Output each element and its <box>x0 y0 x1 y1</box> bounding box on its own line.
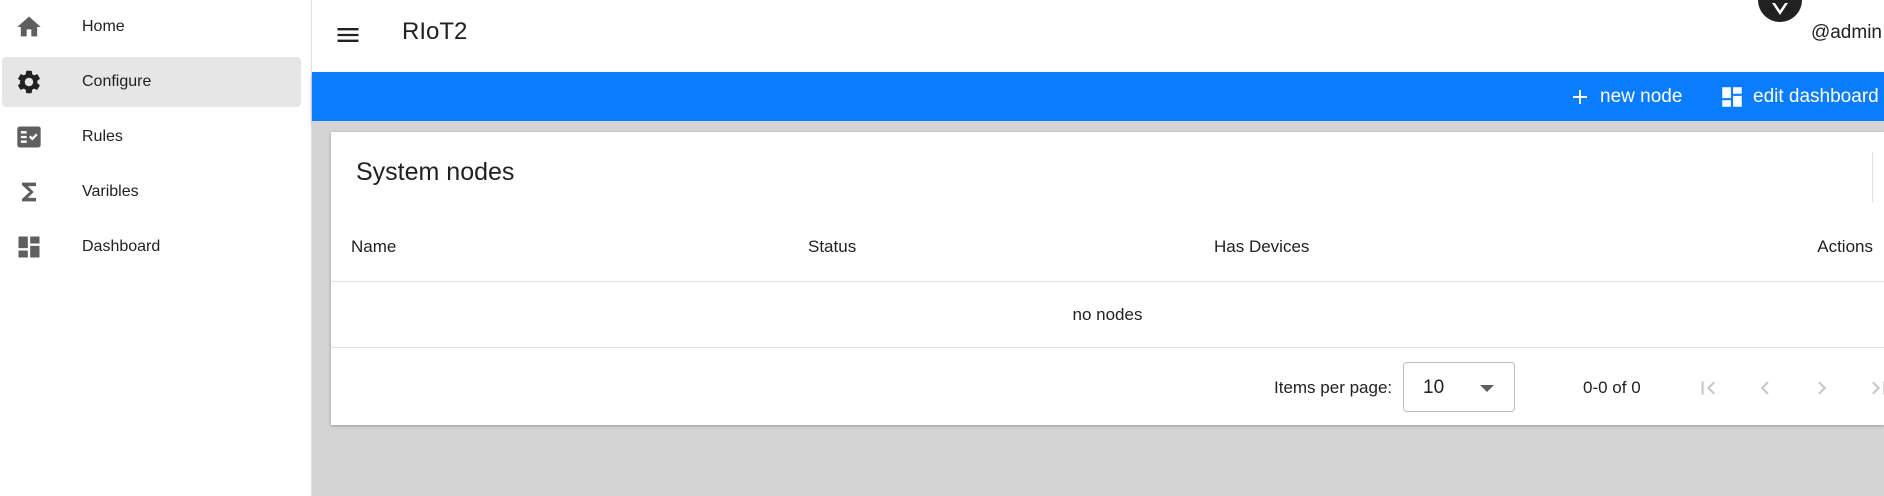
column-header-has-devices[interactable]: Has Devices <box>1214 237 1309 257</box>
first-page-icon <box>1701 381 1715 395</box>
menu-button[interactable] <box>332 19 364 51</box>
sidebar-item-varibles[interactable]: Varibles <box>2 167 301 217</box>
last-page-icon <box>1872 381 1884 395</box>
user-label[interactable]: @admin <box>1811 22 1882 44</box>
items-per-page-label: Items per page: <box>1274 378 1393 397</box>
dashboard-icon <box>1722 86 1742 107</box>
sidebar-item-label: Configure <box>82 73 152 90</box>
dropdown-arrow-icon <box>1480 385 1494 392</box>
home-icon <box>15 13 43 41</box>
system-nodes-card: System nodes Name Status Has Devices Act… <box>331 132 1884 425</box>
chevron-down-icon <box>1772 3 1788 15</box>
divider <box>331 281 1884 282</box>
plus-icon <box>1573 89 1587 104</box>
sidebar-item-dashboard[interactable]: Dashboard <box>2 222 301 272</box>
items-per-page-select[interactable]: 10 <box>1403 362 1515 412</box>
column-header-name[interactable]: Name <box>351 237 396 257</box>
edit-dashboard-label: edit dashboard <box>1753 85 1879 107</box>
previous-page-button[interactable] <box>1745 368 1785 408</box>
pagination-range: 0-0 of 0 <box>1583 378 1641 397</box>
dashboard-icon <box>15 233 43 261</box>
rules-icon <box>15 123 43 151</box>
action-toolbar: new node edit dashboard <box>312 72 1884 121</box>
sigma-icon <box>15 178 43 206</box>
gear-icon <box>15 68 43 96</box>
last-page-button[interactable] <box>1859 368 1884 408</box>
divider <box>1872 152 1873 202</box>
first-page-button[interactable] <box>1688 368 1728 408</box>
sidebar-item-label: Rules <box>82 128 123 145</box>
new-node-button[interactable]: new node <box>1568 72 1682 121</box>
items-per-page-value: 10 <box>1423 377 1445 398</box>
sidebar-item-configure[interactable]: Configure <box>2 57 301 107</box>
sidebar-item-label: Dashboard <box>82 238 161 255</box>
column-header-status[interactable]: Status <box>808 237 856 257</box>
chevron-right-icon <box>1818 381 1827 395</box>
app-title: RIoT2 <box>402 18 468 45</box>
sidebar-item-rules[interactable]: Rules <box>2 112 301 162</box>
hamburger-icon <box>337 28 359 42</box>
sidebar-item-label: Varibles <box>82 183 139 200</box>
chevron-left-icon <box>1760 381 1769 395</box>
sidebar-item-label: Home <box>82 18 125 35</box>
sidebar: Home Configure Rules Varibles Dashboard <box>0 0 312 496</box>
column-header-actions: Actions <box>1817 237 1873 256</box>
new-node-label: new node <box>1600 85 1683 107</box>
sidebar-item-home[interactable]: Home <box>2 2 301 52</box>
card-title: System nodes <box>356 158 515 186</box>
edit-dashboard-button[interactable]: edit dashboard <box>1719 72 1879 121</box>
next-page-button[interactable] <box>1802 368 1842 408</box>
divider <box>331 347 1884 348</box>
empty-table-message: no nodes <box>1072 305 1143 324</box>
top-bar: RIoT2 @admin <box>312 0 1884 72</box>
